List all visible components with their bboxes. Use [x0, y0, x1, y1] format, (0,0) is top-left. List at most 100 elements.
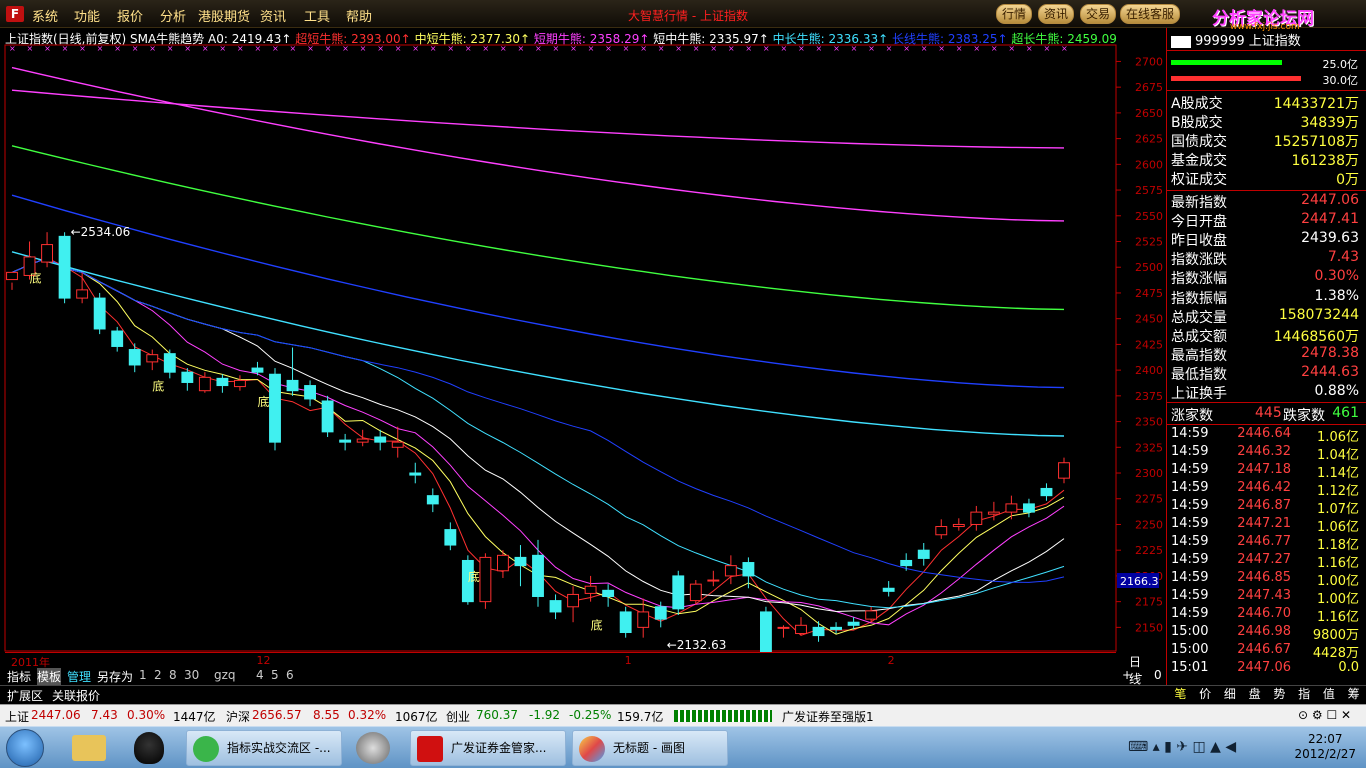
quote-label: 指数涨跌 — [1171, 252, 1227, 269]
quote-button[interactable]: 行情 — [996, 4, 1033, 24]
panel-tab[interactable]: 势 — [1273, 685, 1285, 704]
signal-marker: × — [588, 44, 595, 53]
candle-body — [777, 626, 790, 629]
candle-body — [742, 562, 755, 577]
menu-item-system[interactable]: 系统 — [32, 6, 58, 25]
tick-price: 2446.42 — [1237, 480, 1291, 495]
candle-body — [812, 626, 825, 637]
panel-tab[interactable]: 筹 — [1348, 685, 1360, 704]
bottom-tab[interactable]: 4 — [256, 668, 264, 682]
system-clock[interactable]: 22:07 2012/2/27 — [1294, 732, 1356, 762]
browser-icon — [193, 736, 219, 762]
tray-icons[interactable]: ⊙ ⚙ ☐ ✕ — [1298, 708, 1351, 722]
quote-row: 最新指数 2447.06 — [1171, 192, 1359, 211]
bottom-tab[interactable]: 管理 — [67, 668, 91, 685]
signal-marker: × — [412, 44, 419, 53]
bottom-tab[interactable]: gzq — [214, 668, 236, 682]
quote-row: 基金成交 161238万 — [1171, 150, 1359, 169]
file-explorer-icon[interactable] — [72, 735, 106, 761]
bottom-tab[interactable]: 另存为 — [97, 668, 133, 685]
online-service-button[interactable]: 在线客服 — [1120, 4, 1181, 24]
quote-value: 2447.41 — [1301, 211, 1359, 228]
menu-item-help[interactable]: 帮助 — [346, 6, 372, 25]
quote-value: 2439.63 — [1301, 230, 1359, 247]
app-logo-icon[interactable]: F — [6, 6, 24, 22]
candle-body — [637, 611, 650, 628]
quote-row: A股成交 14433721万 — [1171, 93, 1359, 112]
y-tick-label: 2300 — [1135, 467, 1163, 480]
candle-body — [286, 379, 299, 392]
panel-tab[interactable]: 价 — [1199, 685, 1211, 704]
sh-amount: 1447亿 — [173, 710, 216, 724]
trade-button[interactable]: 交易 — [1080, 4, 1117, 24]
quote-row: B股成交 34839万 — [1171, 112, 1359, 131]
signal-marker: × — [991, 44, 998, 53]
signal-marker: × — [710, 44, 717, 53]
panel-tab[interactable]: 盘 — [1249, 685, 1261, 704]
y-tick-label: 2600 — [1135, 158, 1163, 171]
menu-item-analysis[interactable]: 分析 — [160, 6, 186, 25]
start-button-icon[interactable] — [6, 729, 44, 767]
menu-item-tools[interactable]: 工具 — [304, 6, 330, 25]
candle-body — [689, 583, 702, 602]
menu-item-quote[interactable]: 报价 — [117, 6, 143, 25]
down-count: 461 — [1332, 405, 1359, 421]
quote-value: 15257108万 — [1273, 134, 1359, 151]
taskbar-window-forum[interactable]: 指标实战交流区 -... — [186, 730, 342, 766]
bottom-tab[interactable]: 6 — [286, 668, 294, 682]
tick-volume: 9800万 — [1312, 628, 1359, 643]
bottom-tab[interactable]: 模板 — [37, 668, 62, 685]
candle-body — [479, 556, 492, 603]
qq-icon[interactable] — [134, 732, 164, 764]
chart-annotation: 底 — [257, 394, 269, 409]
panel-tab[interactable]: 指 — [1298, 685, 1310, 704]
zoom-button[interactable]: - — [1138, 668, 1142, 682]
panel-tab[interactable]: 细 — [1224, 685, 1236, 704]
tick-price: 2446.64 — [1237, 426, 1291, 441]
extension-area-tab[interactable]: 扩展区 — [7, 687, 43, 704]
window-label: 指标实战交流区 -... — [227, 741, 331, 755]
quote-value: 2478.38 — [1301, 344, 1359, 361]
quote-label: 总成交额 — [1171, 328, 1227, 345]
zoom-button[interactable]: 0 — [1154, 668, 1162, 682]
tick-volume: 1.18亿 — [1317, 538, 1359, 553]
kline-chart[interactable]: 2700 2675 2650 2625 2600 2575 2550 2525 2500 2475… — [0, 28, 1166, 652]
panel-tab[interactable]: 值 — [1323, 685, 1335, 704]
menu-item-function[interactable]: 功能 — [74, 6, 100, 25]
candle-body — [672, 575, 685, 610]
tick-volume: 1.12亿 — [1317, 484, 1359, 499]
signal-marker: × — [623, 44, 630, 53]
candle-body — [567, 593, 580, 608]
bottom-tab[interactable]: 2 — [154, 668, 162, 682]
taskbar-window-broker[interactable]: 广发证券金管家... — [410, 730, 566, 766]
candle-body — [426, 495, 439, 505]
signal-marker: × — [395, 44, 402, 53]
date-axis: 2011年 12 1 2 日线 — [5, 652, 1141, 686]
taskbar-window-paint[interactable]: 无标题 - 画图 — [572, 730, 728, 766]
panel-tab[interactable]: 笔 — [1174, 685, 1186, 704]
signal-marker: × — [430, 44, 437, 53]
bottom-tab[interactable]: 1 — [139, 668, 147, 682]
trend-line — [11, 66, 1065, 222]
bottom-tab[interactable]: 指标 — [7, 668, 31, 685]
related-quote-tab[interactable]: 关联报价 — [52, 687, 100, 704]
tick-row: 14:59 2447.27 1.16亿 — [1171, 552, 1359, 571]
broker-name: 广发证券至强版1 — [782, 710, 874, 724]
bottom-tab[interactable]: 8 — [169, 668, 177, 682]
zoom-button[interactable]: + — [1122, 668, 1132, 682]
system-tray-icons[interactable]: ⌨ ▴ ▮ ✈ ◫ ▲ ◀ — [1128, 739, 1236, 755]
menu-item-news[interactable]: 资讯 — [260, 6, 286, 25]
menu-item-hk-futures[interactable]: 港股期货 — [198, 6, 250, 25]
bottom-tab[interactable]: 5 — [271, 668, 279, 682]
signal-marker: × — [377, 44, 384, 53]
media-player-icon[interactable] — [356, 732, 390, 764]
news-button[interactable]: 资讯 — [1038, 4, 1075, 24]
bottom-tab[interactable]: 30 — [184, 668, 199, 682]
y-tick-label: 2550 — [1135, 210, 1163, 223]
candle-body — [304, 385, 317, 400]
candle-body — [146, 354, 159, 363]
tick-row: 14:59 2446.42 1.12亿 — [1171, 480, 1359, 499]
signal-marker: × — [465, 44, 472, 53]
y-tick-label: 2450 — [1135, 313, 1163, 326]
candle-body — [216, 377, 229, 387]
